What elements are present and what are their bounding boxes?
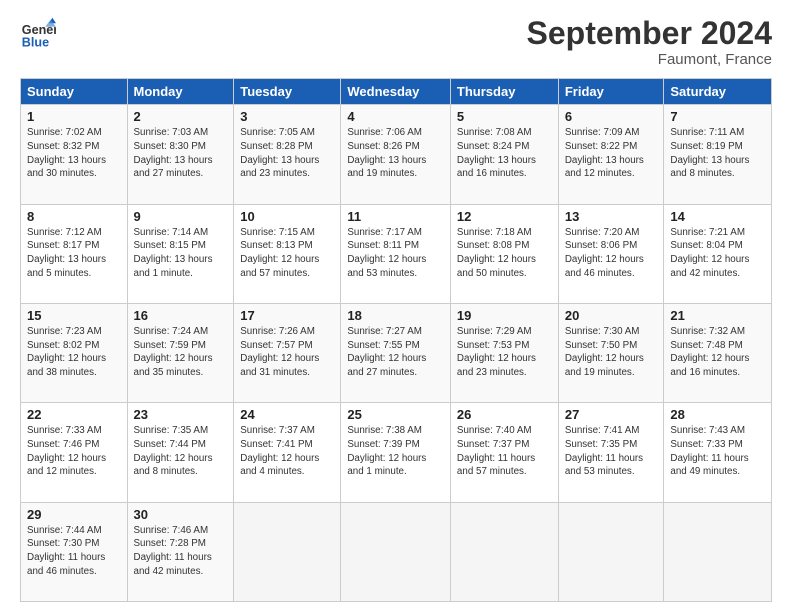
logo: General Blue [20,16,56,52]
day-cell: 30 Sunrise: 7:46 AMSunset: 7:28 PMDaylig… [127,502,234,601]
month-title: September 2024 [527,16,772,51]
logo-icon: General Blue [20,16,56,52]
col-saturday: Saturday [664,79,772,105]
day-cell: 25 Sunrise: 7:38 AMSunset: 7:39 PMDaylig… [341,403,451,502]
day-cell-empty [234,502,341,601]
day-cell: 19 Sunrise: 7:29 AMSunset: 7:53 PMDaylig… [450,303,558,402]
col-thursday: Thursday [450,79,558,105]
day-cell: 28 Sunrise: 7:43 AMSunset: 7:33 PMDaylig… [664,403,772,502]
day-cell: 24 Sunrise: 7:37 AMSunset: 7:41 PMDaylig… [234,403,341,502]
day-cell: 8 Sunrise: 7:12 AMSunset: 8:17 PMDayligh… [21,204,128,303]
col-sunday: Sunday [21,79,128,105]
day-cell: 18 Sunrise: 7:27 AMSunset: 7:55 PMDaylig… [341,303,451,402]
calendar-header-row: Sunday Monday Tuesday Wednesday Thursday… [21,79,772,105]
day-cell-empty [341,502,451,601]
day-cell: 11 Sunrise: 7:17 AMSunset: 8:11 PMDaylig… [341,204,451,303]
col-wednesday: Wednesday [341,79,451,105]
day-cell: 14 Sunrise: 7:21 AMSunset: 8:04 PMDaylig… [664,204,772,303]
day-cell: 26 Sunrise: 7:40 AMSunset: 7:37 PMDaylig… [450,403,558,502]
day-cell-empty [450,502,558,601]
calendar-row: 22 Sunrise: 7:33 AMSunset: 7:46 PMDaylig… [21,403,772,502]
calendar-row: 1 Sunrise: 7:02 AMSunset: 8:32 PMDayligh… [21,105,772,204]
svg-text:Blue: Blue [22,36,49,50]
day-cell: 17 Sunrise: 7:26 AMSunset: 7:57 PMDaylig… [234,303,341,402]
day-cell: 6 Sunrise: 7:09 AMSunset: 8:22 PMDayligh… [558,105,664,204]
day-cell: 16 Sunrise: 7:24 AMSunset: 7:59 PMDaylig… [127,303,234,402]
day-cell: 3 Sunrise: 7:05 AMSunset: 8:28 PMDayligh… [234,105,341,204]
day-cell: 10 Sunrise: 7:15 AMSunset: 8:13 PMDaylig… [234,204,341,303]
day-cell: 12 Sunrise: 7:18 AMSunset: 8:08 PMDaylig… [450,204,558,303]
day-cell: 1 Sunrise: 7:02 AMSunset: 8:32 PMDayligh… [21,105,128,204]
page: General Blue September 2024 Faumont, Fra… [0,0,792,612]
day-cell: 21 Sunrise: 7:32 AMSunset: 7:48 PMDaylig… [664,303,772,402]
calendar-row: 15 Sunrise: 7:23 AMSunset: 8:02 PMDaylig… [21,303,772,402]
day-cell-empty [664,502,772,601]
calendar-table: Sunday Monday Tuesday Wednesday Thursday… [20,78,772,602]
day-cell: 20 Sunrise: 7:30 AMSunset: 7:50 PMDaylig… [558,303,664,402]
col-friday: Friday [558,79,664,105]
day-cell: 22 Sunrise: 7:33 AMSunset: 7:46 PMDaylig… [21,403,128,502]
calendar-row: 8 Sunrise: 7:12 AMSunset: 8:17 PMDayligh… [21,204,772,303]
day-cell: 9 Sunrise: 7:14 AMSunset: 8:15 PMDayligh… [127,204,234,303]
calendar-row: 29 Sunrise: 7:44 AMSunset: 7:30 PMDaylig… [21,502,772,601]
day-cell: 13 Sunrise: 7:20 AMSunset: 8:06 PMDaylig… [558,204,664,303]
day-cell: 5 Sunrise: 7:08 AMSunset: 8:24 PMDayligh… [450,105,558,204]
day-cell-empty [558,502,664,601]
day-cell: 4 Sunrise: 7:06 AMSunset: 8:26 PMDayligh… [341,105,451,204]
col-monday: Monday [127,79,234,105]
day-cell: 27 Sunrise: 7:41 AMSunset: 7:35 PMDaylig… [558,403,664,502]
location: Faumont, France [527,51,772,68]
day-cell: 23 Sunrise: 7:35 AMSunset: 7:44 PMDaylig… [127,403,234,502]
col-tuesday: Tuesday [234,79,341,105]
day-cell: 2 Sunrise: 7:03 AMSunset: 8:30 PMDayligh… [127,105,234,204]
title-block: September 2024 Faumont, France [527,16,772,68]
day-cell: 29 Sunrise: 7:44 AMSunset: 7:30 PMDaylig… [21,502,128,601]
day-cell: 15 Sunrise: 7:23 AMSunset: 8:02 PMDaylig… [21,303,128,402]
header: General Blue September 2024 Faumont, Fra… [20,16,772,68]
day-cell: 7 Sunrise: 7:11 AMSunset: 8:19 PMDayligh… [664,105,772,204]
